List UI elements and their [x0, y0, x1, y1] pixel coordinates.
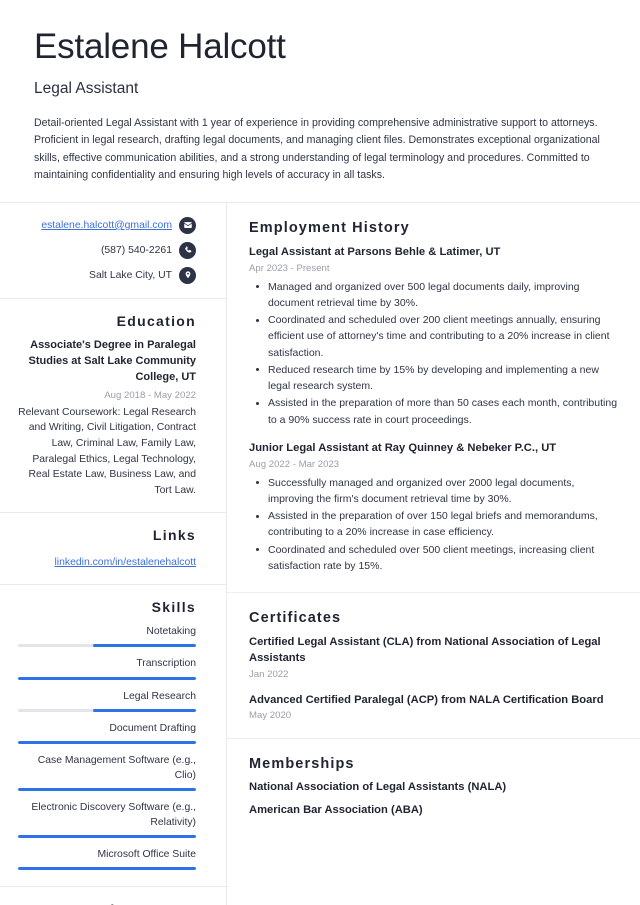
employment-history-heading: Employment History: [249, 219, 410, 236]
skill-bar-fill: [18, 740, 196, 744]
bullet-item: Reduced research time by 15% by developi…: [256, 362, 618, 395]
certificate-entry: Advanced Certified Paralegal (ACP) from …: [249, 693, 618, 722]
professional-summary: Detail-oriented Legal Assistant with 1 y…: [34, 117, 600, 181]
skill-bar-fill: [18, 787, 196, 791]
skill-item: Case Management Software (e.g., Clio): [18, 753, 196, 791]
skills-heading: Skills: [151, 599, 196, 616]
bullet-item: Managed and organized over 500 legal doc…: [256, 279, 618, 312]
links-block: Links linkedin.com/in/estalenehalcott: [0, 513, 226, 586]
skill-bar-fill: [18, 867, 196, 871]
skill-label: Electronic Discovery Software (e.g., Rel…: [31, 801, 196, 828]
skill-item: Microsoft Office Suite: [18, 847, 196, 871]
certificate-entry: Certified Legal Assistant (CLA) from Nat…: [249, 635, 618, 679]
skill-bar: [18, 708, 196, 712]
employment-date: Aug 2022 - Mar 2023: [249, 458, 340, 470]
certificate-title: Advanced Certified Paralegal (ACP) from …: [249, 693, 604, 706]
education-degree: Associate's Degree in Paralegal Studies …: [28, 338, 196, 383]
skill-bar: [18, 676, 196, 680]
bullet-item: Successfully managed and organized over …: [256, 475, 618, 508]
education-heading: Education: [116, 312, 196, 329]
employment-history-block: Employment History Legal Assistant at Pa…: [227, 203, 640, 594]
envelope-icon: [179, 216, 196, 234]
resume-page: Estalene Halcott Legal Assistant Detail-…: [0, 0, 640, 905]
phone-icon: [179, 241, 196, 259]
skill-item: Legal Research: [18, 689, 196, 712]
bullet-item: Assisted in the preparation of over 150 …: [256, 508, 618, 541]
skill-bar: [18, 835, 196, 839]
linkedin-link[interactable]: linkedin.com/in/estalenehalcott: [54, 557, 196, 568]
employment-bullets: Managed and organized over 500 legal doc…: [249, 279, 618, 428]
certificate-date: May 2020: [249, 710, 292, 722]
skill-bar: [18, 867, 196, 871]
page-title: Estalene Halcott: [34, 27, 286, 66]
phone-value: (587) 540-2261: [100, 244, 172, 256]
skill-bar: [18, 644, 196, 648]
skill-item: Electronic Discovery Software (e.g., Rel…: [18, 800, 196, 839]
skill-bar-fill: [18, 835, 196, 839]
bullet-item: Coordinated and scheduled over 200 clien…: [256, 312, 618, 361]
contact-phone-row: (587) 540-2261: [18, 241, 196, 259]
skill-bar: [18, 740, 196, 744]
job-title: Legal Assistant: [34, 80, 139, 98]
links-heading: Links: [152, 527, 196, 544]
skill-bar-fill: [18, 676, 196, 680]
certificate-title: Certified Legal Assistant (CLA) from Nat…: [249, 636, 601, 664]
skill-bar-fill: [92, 644, 196, 648]
membership-item: American Bar Association (ABA): [249, 804, 423, 817]
bullet-item: Assisted in the preparation of more than…: [256, 395, 618, 428]
skill-label: Microsoft Office Suite: [97, 849, 196, 861]
skill-item: Document Drafting: [18, 721, 196, 744]
skill-label: Legal Research: [123, 690, 196, 702]
employment-date: Apr 2023 - Present: [249, 262, 330, 274]
education-date: Aug 2018 - May 2022: [104, 389, 196, 401]
employment-entry: Legal Assistant at Parsons Behle & Latim…: [249, 245, 618, 428]
contact-block: estalene.halcott@gmail.com (587) 540-226…: [0, 203, 226, 299]
education-description: Relevant Coursework: Legal Research and …: [18, 406, 196, 496]
bullet-item: Coordinated and scheduled over 500 clien…: [256, 542, 618, 575]
skill-bar: [18, 787, 196, 791]
link-item[interactable]: linkedin.com/in/estalenehalcott: [18, 552, 196, 570]
skill-label: Transcription: [136, 658, 196, 670]
skills-block: Skills Notetaking Transcription Legal Re…: [0, 585, 226, 888]
employment-bullets: Successfully managed and organized over …: [249, 475, 618, 575]
main-content: Employment History Legal Assistant at Pa…: [227, 203, 640, 905]
skill-item: Transcription: [18, 656, 196, 680]
education-block: Education Associate's Degree in Paralega…: [0, 299, 226, 514]
map-pin-icon: [179, 266, 196, 284]
email-link[interactable]: estalene.halcott@gmail.com: [41, 220, 172, 231]
languages-heading: Languages: [18, 901, 196, 905]
skill-label: Notetaking: [146, 626, 196, 638]
skill-item: Notetaking: [18, 624, 196, 648]
certificates-heading: Certificates: [249, 610, 342, 627]
membership-item: National Association of Legal Assistants…: [249, 781, 507, 794]
languages-block: Languages: [0, 887, 226, 905]
certificates-block: Certificates Certified Legal Assistant (…: [227, 593, 640, 740]
skill-label: Document Drafting: [109, 722, 196, 734]
contact-location-row: Salt Lake City, UT: [18, 266, 196, 284]
contact-email-row[interactable]: estalene.halcott@gmail.com: [18, 216, 196, 234]
skill-label: Case Management Software (e.g., Clio): [37, 754, 196, 781]
employment-title: Junior Legal Assistant at Ray Quinney & …: [249, 441, 557, 454]
skill-bar-fill: [92, 708, 196, 712]
employment-title: Legal Assistant at Parsons Behle & Latim…: [249, 245, 501, 258]
memberships-block: Memberships National Association of Lega…: [227, 739, 640, 833]
sidebar: estalene.halcott@gmail.com (587) 540-226…: [0, 202, 227, 905]
memberships-heading: Memberships: [249, 756, 355, 773]
employment-entry: Junior Legal Assistant at Ray Quinney & …: [249, 441, 618, 574]
resume-body: estalene.halcott@gmail.com (587) 540-226…: [0, 202, 640, 905]
resume-header: Estalene Halcott Legal Assistant Detail-…: [0, 0, 640, 202]
certificate-date: Jan 2022: [249, 668, 289, 680]
location-value: Salt Lake City, UT: [89, 269, 172, 281]
